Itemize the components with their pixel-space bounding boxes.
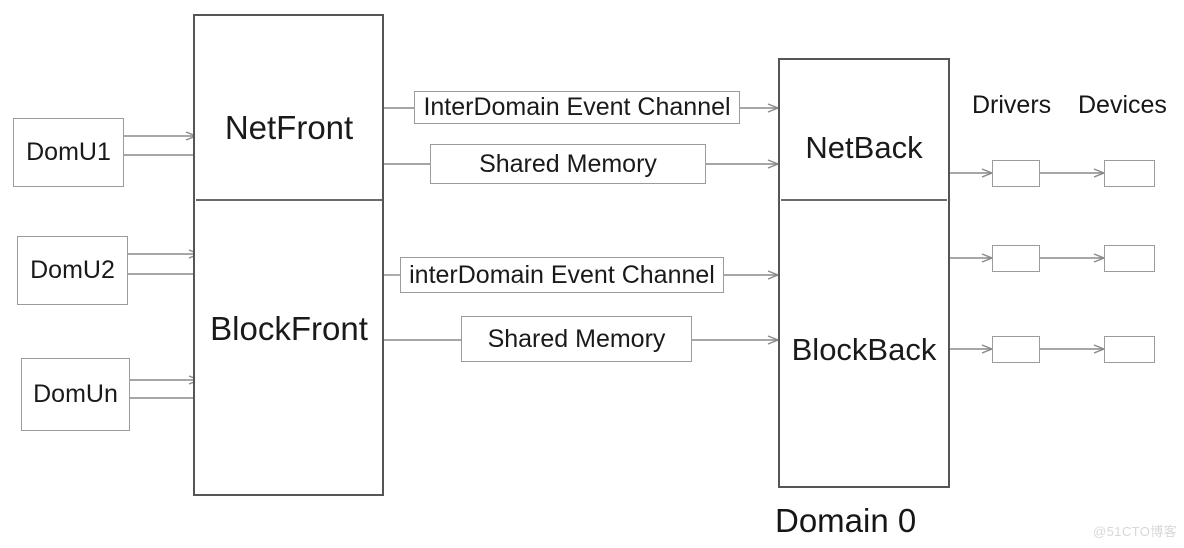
device-chip-2[interactable] xyxy=(1104,245,1155,272)
netback-label: NetBack xyxy=(805,130,923,165)
device-chip-3[interactable] xyxy=(1104,336,1155,363)
netfront-label-wrap: NetFront xyxy=(196,108,382,148)
domu-box-3[interactable]: DomUn xyxy=(21,358,130,431)
diagram-canvas: DomU1 DomU2 DomUn NetFront BlockFront In… xyxy=(0,0,1184,548)
domu-box-2[interactable]: DomU2 xyxy=(17,236,128,305)
blockback-label: BlockBack xyxy=(791,332,937,367)
channel-box-shared-memory-top[interactable]: Shared Memory xyxy=(430,144,706,184)
domu-label-1: DomU1 xyxy=(26,138,111,166)
netback-label-wrap: NetBack xyxy=(781,128,947,168)
channel-box-shared-memory-bottom[interactable]: Shared Memory xyxy=(461,316,692,362)
domu-box-1[interactable]: DomU1 xyxy=(13,118,124,187)
channel-box-interdomain-event-top[interactable]: InterDomain Event Channel xyxy=(414,91,740,124)
watermark: @51CTO博客 xyxy=(1093,524,1178,539)
domain0-container xyxy=(778,58,950,488)
blockfront-label: BlockFront xyxy=(210,310,368,347)
drivers-column-header: Drivers xyxy=(972,91,1052,119)
channel-box-interdomain-event-bottom[interactable]: interDomain Event Channel xyxy=(400,257,724,293)
domu-label-2: DomU2 xyxy=(30,256,115,284)
channel-label-1: InterDomain Event Channel xyxy=(423,93,731,121)
domain0-caption: Domain 0 xyxy=(775,502,917,539)
domain0-divider xyxy=(781,199,947,201)
driver-chip-2[interactable] xyxy=(992,245,1040,272)
netfront-label: NetFront xyxy=(224,109,354,146)
blockfront-label-wrap: BlockFront xyxy=(196,309,382,349)
channel-label-4: Shared Memory xyxy=(487,324,666,353)
device-chip-1[interactable] xyxy=(1104,160,1155,187)
devices-column-header: Devices xyxy=(1078,91,1167,119)
channel-label-3: interDomain Event Channel xyxy=(409,260,715,289)
domu-label-3: DomUn xyxy=(33,380,118,408)
driver-chip-3[interactable] xyxy=(992,336,1040,363)
blockback-label-wrap: BlockBack xyxy=(781,330,947,370)
guest-frontend-divider xyxy=(196,199,382,201)
driver-chip-1[interactable] xyxy=(992,160,1040,187)
guest-frontend-container xyxy=(193,14,384,496)
channel-label-2: Shared Memory xyxy=(479,149,657,178)
